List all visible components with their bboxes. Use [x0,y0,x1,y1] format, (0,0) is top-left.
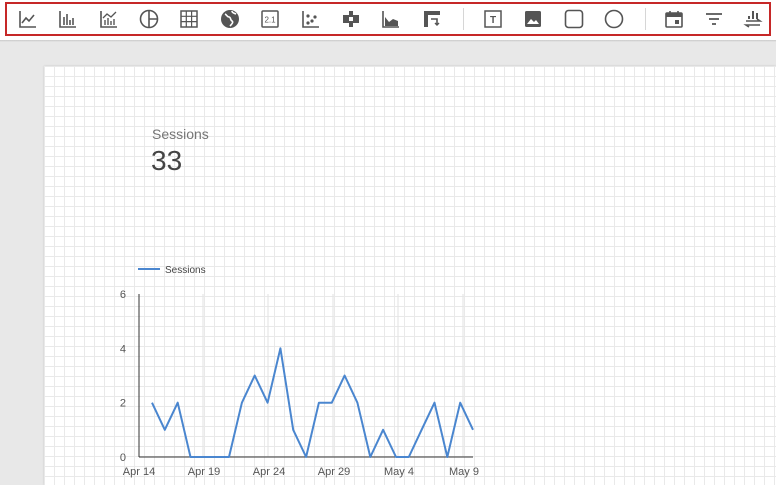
x-tick-label: Apr 24 [253,466,285,478]
y-tick-label: 0 [120,452,126,464]
x-tick-label: Apr 19 [188,466,220,478]
sessions-line-chart[interactable]: 0 2 4 6 Apr 14 Apr 19 Apr 24 Apr 29 May 4 May 9 Se… [0,0,776,485]
x-tick-label: May 9 [449,466,479,478]
legend-label: Sessions [165,265,206,276]
y-tick-label: 2 [120,398,126,410]
y-tick-label: 6 [120,289,126,301]
x-tick-label: Apr 29 [318,466,350,478]
sessions-series-line [151,347,474,458]
x-tick-label: Apr 14 [123,466,155,478]
y-tick-label: 4 [120,343,126,355]
x-tick-label: May 4 [384,466,414,478]
